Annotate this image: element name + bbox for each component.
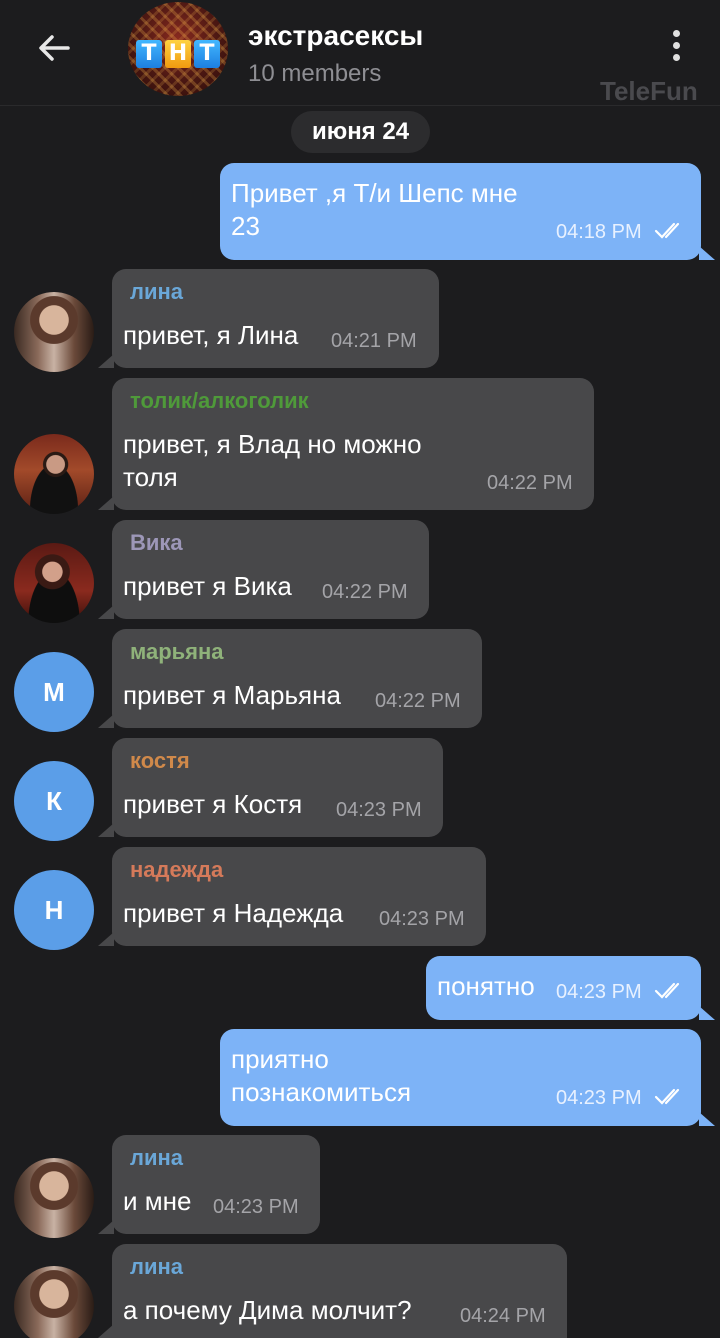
logo-letter: Т [136, 40, 162, 68]
message-time: 04:23 PM [336, 799, 422, 821]
incoming-message[interactable]: марьяна привет я Марьяна 04:22 PM [98, 629, 482, 728]
tnt-logo: ТНТ [136, 40, 220, 68]
double-check-icon [654, 222, 680, 239]
message-text: привет, я Лина [123, 320, 299, 350]
outgoing-message[interactable]: приятно познакомиться 04:23 PM [220, 1029, 715, 1126]
message-text: а почему Дима молчит? [123, 1295, 412, 1325]
message-text: приятно познакомиться [231, 1043, 411, 1109]
message-time: 04:23 PM [556, 1087, 642, 1109]
incoming-message[interactable]: костя привет я Костя 04:23 PM [98, 738, 443, 837]
message-line: толя [123, 462, 178, 492]
message-line: Привет ,я Т/и Шепс мне [231, 178, 518, 208]
double-check-icon [654, 1088, 680, 1105]
logo-letter: Т [194, 40, 220, 68]
message-text: привет я Надежда [123, 898, 344, 928]
message-time: 04:22 PM [322, 581, 408, 603]
sender-name[interactable]: лина [130, 1254, 183, 1280]
sender-name[interactable]: Вика [130, 530, 183, 556]
avatar[interactable]: Н [14, 870, 94, 950]
message-time: 04:23 PM [556, 981, 642, 1003]
sender-name[interactable]: лина [130, 1145, 183, 1171]
chat-header: ТНТ экстрасексы 10 members TeleFun [0, 0, 720, 106]
message-text: привет я Марьяна [123, 680, 341, 710]
back-arrow-icon[interactable] [34, 28, 74, 68]
sender-name[interactable]: костя [130, 748, 190, 774]
watermark: TeleFun [600, 76, 698, 106]
incoming-message[interactable]: лина привет, я Лина 04:21 PM [98, 269, 439, 368]
message-text: Привет ,я Т/и Шепс мне 23 [231, 177, 518, 243]
incoming-message[interactable]: толик/алкоголик привет, я Влад но можно … [98, 378, 594, 510]
incoming-message[interactable]: лина а почему Дима молчит? 04:24 PM [98, 1244, 567, 1338]
message-time: 04:21 PM [331, 330, 417, 352]
chat-title[interactable]: экстрасексы [248, 20, 423, 52]
avatar[interactable] [14, 434, 94, 514]
message-time: 04:22 PM [375, 690, 461, 712]
message-line: привет, я Влад но можно [123, 429, 422, 459]
sender-name[interactable]: толик/алкоголик [130, 388, 309, 414]
member-count: 10 members [248, 60, 382, 87]
more-options-icon[interactable] [664, 28, 688, 68]
avatar[interactable] [14, 1158, 94, 1238]
message-line: познакомиться [231, 1077, 412, 1107]
incoming-message[interactable]: лина и мне 04:23 PM [98, 1135, 320, 1234]
message-text: привет, я Влад но можно толя [123, 428, 422, 494]
outgoing-message[interactable]: Привет ,я Т/и Шепс мне 23 04:18 PM [220, 163, 715, 260]
message-text: и мне [123, 1186, 192, 1216]
group-avatar[interactable]: ТНТ [128, 2, 228, 96]
incoming-message[interactable]: надежда привет я Надежда 04:23 PM [98, 847, 486, 946]
avatar[interactable]: К [14, 761, 94, 841]
avatar[interactable] [14, 1266, 94, 1338]
sender-name[interactable]: марьяна [130, 639, 224, 665]
double-check-icon [654, 982, 680, 999]
avatar[interactable] [14, 292, 94, 372]
outgoing-message[interactable]: понятно 04:23 PM [426, 956, 715, 1020]
message-time: 04:23 PM [213, 1196, 299, 1218]
message-line: 23 [231, 211, 260, 241]
message-text: привет я Вика [123, 571, 292, 601]
logo-letter: Н [165, 40, 191, 68]
message-time: 04:18 PM [556, 221, 642, 243]
incoming-message[interactable]: Вика привет я Вика 04:22 PM [98, 520, 429, 619]
message-time: 04:22 PM [487, 472, 573, 494]
sender-name[interactable]: лина [130, 279, 183, 305]
message-text: привет я Костя [123, 789, 303, 819]
avatar[interactable] [14, 543, 94, 623]
message-text: понятно [437, 971, 535, 1001]
message-line: приятно [231, 1044, 329, 1074]
message-time: 04:23 PM [379, 908, 465, 930]
message-time: 04:24 PM [460, 1305, 546, 1327]
sender-name[interactable]: надежда [130, 857, 223, 883]
avatar[interactable]: М [14, 652, 94, 732]
date-separator: июня 24 [291, 111, 430, 153]
